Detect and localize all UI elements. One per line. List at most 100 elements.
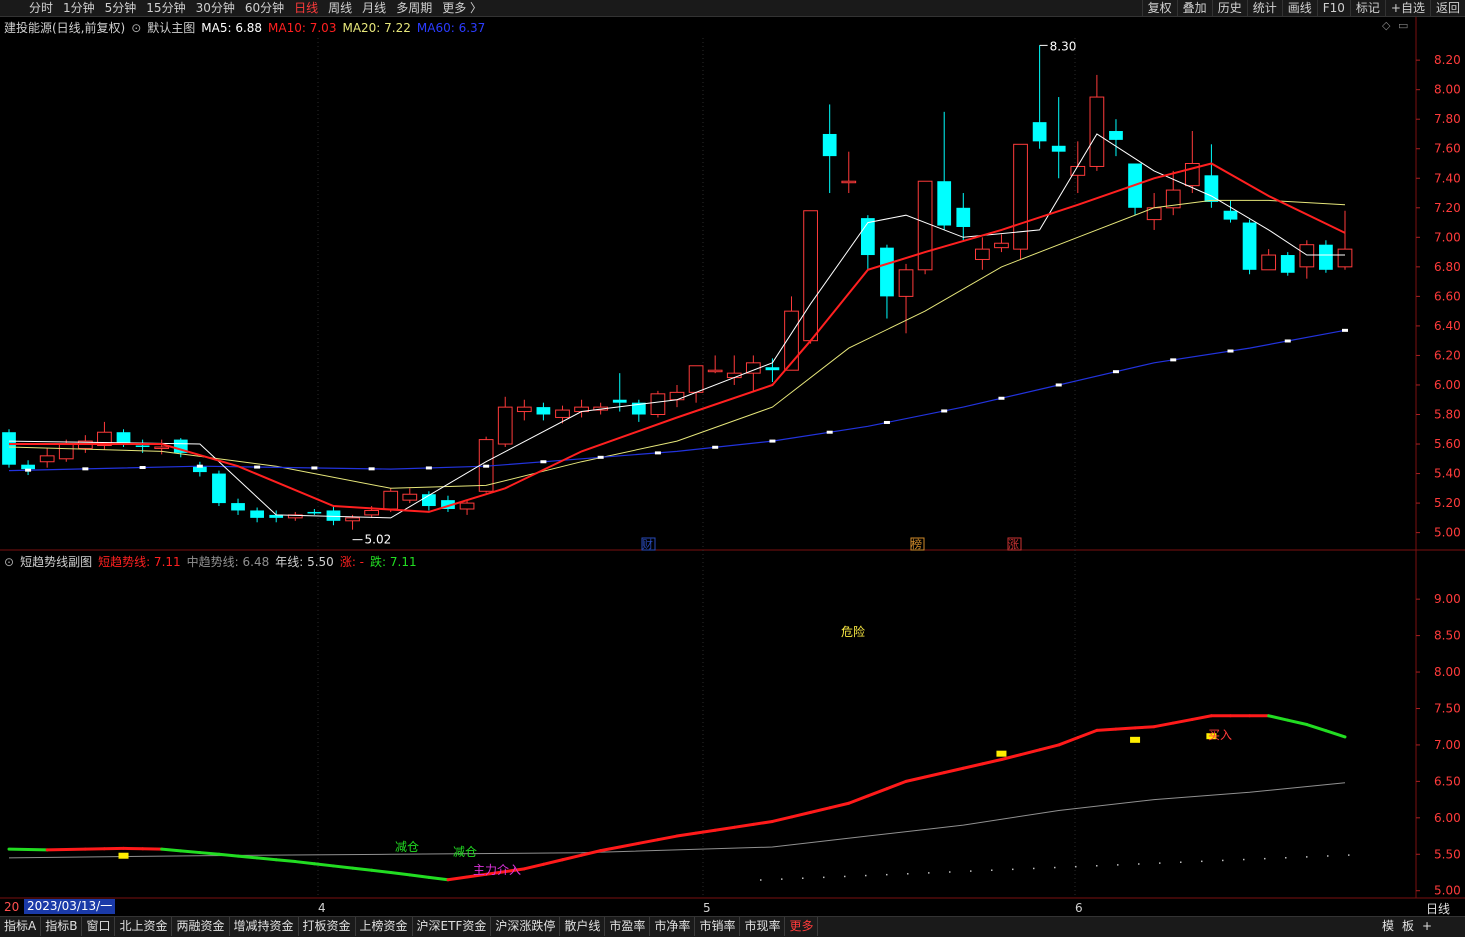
main-y-tick-label: 7.80 (1434, 112, 1461, 126)
candle-body-up (155, 447, 169, 449)
bottom-right-tools: 模 板 + (1378, 917, 1436, 936)
candle-body-down (308, 512, 322, 513)
short-trend-segment (620, 843, 639, 847)
board-button[interactable]: 板 (1398, 917, 1418, 936)
x-start-label: 20 (4, 900, 19, 914)
ma10-value: MA10: 7.03 (268, 21, 336, 35)
candle-body-down (1205, 175, 1219, 202)
indicator-tab-11[interactable]: 市盈率 (605, 917, 650, 936)
candle-body-up (59, 444, 73, 459)
year-line-dot (928, 872, 930, 874)
indicator-tab-4[interactable]: 两融资金 (172, 917, 229, 936)
add-window-button[interactable]: + (1418, 917, 1436, 936)
year-line-dot (1180, 861, 1182, 863)
month-label: 5 (703, 901, 711, 915)
sub-annotation-0: 危险 (841, 624, 865, 639)
main-y-tick-label: 6.00 (1434, 378, 1461, 392)
indicator-tab-8[interactable]: 沪深ETF资金 (413, 917, 492, 936)
short-trend-segment (1059, 738, 1078, 745)
candle-body-down (937, 181, 951, 225)
up-value: 涨: - (340, 553, 364, 570)
candle-body-down (136, 446, 150, 448)
indicator-tab-1[interactable]: 指标B (41, 917, 82, 936)
indicator-tab-5[interactable]: 增减持资金 (230, 917, 299, 936)
ma60-marker (827, 431, 833, 434)
indicator-tab-10[interactable]: 散户线 (560, 917, 605, 936)
candle-body-down (212, 474, 226, 504)
diamond-icon[interactable]: ◇ (1382, 19, 1390, 32)
ma60-marker (712, 446, 718, 449)
indicator-tab-15[interactable]: 更多 (785, 917, 818, 936)
signal-marker (996, 751, 1006, 757)
template-dropdown-icon[interactable]: ⊙ (131, 21, 141, 35)
sub-y-tick-label: 5.00 (1434, 884, 1461, 898)
ma60-marker (82, 467, 88, 470)
year-line-dot (1117, 864, 1119, 866)
template-button[interactable]: 模 (1378, 917, 1398, 936)
candle-body-down (861, 218, 875, 255)
short-trend-segment (162, 849, 181, 851)
ma60-marker (140, 466, 146, 469)
indicator-tab-13[interactable]: 市销率 (695, 917, 740, 936)
short-trend-segment (1326, 731, 1345, 737)
candle-body-down (1243, 223, 1257, 270)
short-trend-segment (448, 877, 467, 880)
indicator-tab-7[interactable]: 上榜资金 (356, 917, 413, 936)
period-label[interactable]: 日线 (1426, 900, 1450, 917)
month-label: 4 (318, 901, 326, 915)
sub-annotation-2: 减仓 (453, 845, 477, 859)
year-line-dot (970, 870, 972, 872)
short-trend-segment (753, 821, 772, 824)
candle-body-up (40, 456, 54, 462)
candle-body-down (250, 510, 264, 517)
short-trend-segment (372, 870, 391, 872)
candle-body-up (1090, 97, 1104, 166)
main-legend: 建投能源(日线,前复权) ⊙ 默认主图 MA5: 6.88 MA10: 7.03… (4, 19, 491, 36)
short-trend-segment (333, 866, 352, 868)
year-line-value: 年线: 5.50 (275, 553, 334, 570)
candle-body-down (2, 432, 16, 464)
ma20-line (9, 200, 1345, 488)
short-trend-segment (925, 773, 944, 777)
short-trend-segment (410, 875, 429, 877)
ma5-value: MA5: 6.88 (201, 21, 262, 35)
kline-chart-area[interactable]: 4568.208.007.807.607.407.207.006.806.606… (0, 0, 1465, 916)
short-trend-segment (238, 856, 257, 858)
ma60-marker (769, 440, 775, 443)
short-trend-segment (562, 855, 581, 860)
candle-body-down (117, 432, 131, 442)
candle-body-down (956, 208, 970, 227)
year-line-dot (991, 869, 993, 871)
short-trend-segment (391, 872, 410, 874)
year-line-dot (1054, 867, 1056, 869)
indicator-tab-6[interactable]: 打板资金 (299, 917, 356, 936)
sub-y-tick-label: 9.00 (1434, 592, 1461, 606)
indicator-tab-14[interactable]: 市现率 (740, 917, 785, 936)
indicator-tab-2[interactable]: 窗口 (82, 917, 115, 936)
sub-dropdown-icon[interactable]: ⊙ (4, 555, 14, 569)
main-y-tick-label: 5.40 (1434, 467, 1461, 481)
main-y-tick-label: 5.80 (1434, 408, 1461, 422)
year-line-dot (949, 871, 951, 873)
indicator-tab-0[interactable]: 指标A (0, 917, 41, 936)
candle-body-up (708, 370, 722, 372)
mid-trend-line (9, 783, 1345, 858)
template-name[interactable]: 默认主图 (147, 19, 195, 36)
ruler-icon[interactable]: ▭ (1398, 19, 1408, 32)
short-trend-segment (792, 812, 811, 817)
candle-body-up (556, 410, 570, 417)
indicator-tab-9[interactable]: 沪深涨跌停 (491, 917, 560, 936)
stock-title[interactable]: 建投能源(日线,前复权) (4, 19, 125, 36)
short-trend-segment (868, 789, 887, 796)
low-price-label: 5.02 (365, 533, 392, 547)
indicator-tab-3[interactable]: 北上资金 (115, 917, 172, 936)
year-line-dot (1033, 868, 1035, 870)
sub-title[interactable]: 短趋势线副图 (20, 553, 92, 570)
indicator-tab-12[interactable]: 市净率 (650, 917, 695, 936)
short-trend-segment (200, 853, 219, 855)
candle-body-down (422, 494, 436, 506)
short-trend-value: 短趋势线: 7.11 (98, 553, 181, 570)
short-trend-segment (658, 836, 677, 840)
candle-body-up (918, 181, 932, 270)
candle-body-down (1033, 122, 1047, 141)
